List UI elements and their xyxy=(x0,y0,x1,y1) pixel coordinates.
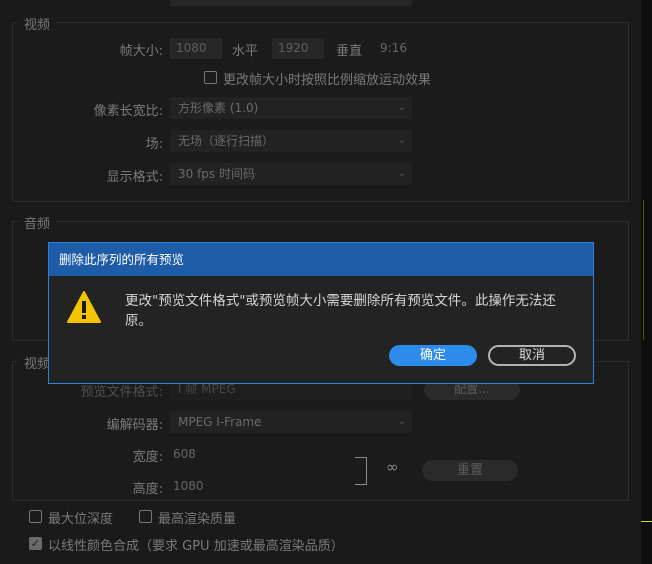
ok-button[interactable]: 确定 xyxy=(389,345,477,366)
reset-button[interactable]: 重置 xyxy=(422,460,518,481)
width-label: 宽度: xyxy=(132,450,163,465)
video-section-title: 视频 xyxy=(18,14,57,33)
display-format-label: 显示格式: xyxy=(106,170,163,185)
fields-dropdown[interactable]: 无场（逐行扫描） ⌄ xyxy=(170,130,412,152)
preview-line xyxy=(641,521,652,522)
chevron-down-icon: ⌄ xyxy=(397,416,406,427)
dialog-title: 删除此序列的所有预览 xyxy=(49,243,593,276)
dialog-message: 更改"预览文件格式"或预览帧大小需要删除所有预览文件。此操作无法还原。 xyxy=(125,293,556,329)
chevron-down-icon: ⌄ xyxy=(397,102,406,113)
fields-value: 无场（逐行扫描） xyxy=(178,134,275,148)
pixel-aspect-dropdown[interactable]: 方形像素 (1.0) ⌄ xyxy=(170,97,412,119)
max-bit-depth-checkbox[interactable] xyxy=(29,510,42,523)
codec-label: 编解码器: xyxy=(106,418,163,433)
pixel-aspect-label: 像素长宽比: xyxy=(93,104,163,119)
chevron-down-icon: ⌄ xyxy=(397,135,406,146)
linear-color-checkbox[interactable]: ✓ xyxy=(29,537,42,550)
frame-size-label: 帧大小: xyxy=(119,44,163,59)
chevron-down-icon: ⌄ xyxy=(397,168,406,179)
scale-motion-label: 更改帧大小时按照比例缩放运动效果 xyxy=(223,73,432,88)
fields-label: 场: xyxy=(145,137,163,152)
max-render-quality-checkbox[interactable] xyxy=(139,510,152,523)
link-icon[interactable]: ∞ xyxy=(386,458,399,476)
max-bit-depth-label: 最大位深度 xyxy=(48,512,114,527)
vertical-label: 垂直 xyxy=(336,44,363,59)
vertical-value: 9:16 xyxy=(380,41,407,55)
display-format-dropdown[interactable]: 30 fps 时间码 ⌄ xyxy=(170,163,412,185)
display-format-value: 30 fps 时间码 xyxy=(178,167,255,181)
scale-motion-checkbox[interactable] xyxy=(204,71,217,84)
cancel-button[interactable]: 取消 xyxy=(488,345,576,366)
horizontal-input[interactable]: 1920 xyxy=(272,38,324,59)
top-field xyxy=(170,0,412,6)
preview-format-value: I 帧 MPEG xyxy=(178,382,236,396)
audio-section-title: 音频 xyxy=(18,213,57,232)
width-value[interactable]: 608 xyxy=(173,447,196,461)
max-render-quality-label: 最高渲染质量 xyxy=(158,512,237,527)
codec-dropdown[interactable]: MPEG I-Frame ⌄ xyxy=(170,411,412,433)
horizontal-label: 水平 xyxy=(232,44,259,59)
height-value[interactable]: 1080 xyxy=(173,479,204,493)
pixel-aspect-value: 方形像素 (1.0) xyxy=(178,101,259,115)
link-bracket xyxy=(355,457,367,485)
height-label: 高度: xyxy=(132,482,163,497)
frame-size-input[interactable]: 1080 xyxy=(170,38,222,59)
confirm-dialog: 删除此序列的所有预览 更改"预览文件格式"或预览帧大小需要删除所有预览文件。此操… xyxy=(48,242,594,384)
warning-icon xyxy=(67,291,101,323)
linear-color-label: 以线性颜色合成（要求 GPU 加速或最高渲染品质） xyxy=(48,539,344,554)
codec-value: MPEG I-Frame xyxy=(178,415,262,429)
preview-line-vertical xyxy=(643,200,644,340)
